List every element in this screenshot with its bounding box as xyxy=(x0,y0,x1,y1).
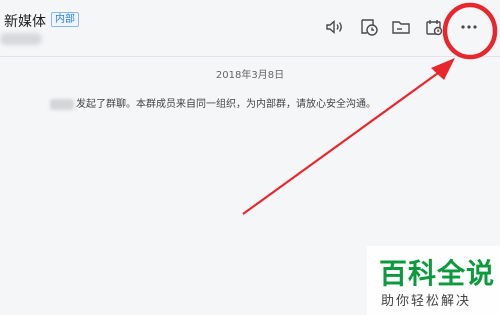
blurred-username xyxy=(50,98,74,110)
system-message-text: 发起了群聊。本群成员来自同一组织，为内部群，请放心安全沟通。 xyxy=(76,99,376,110)
watermark-title: 百科全说 xyxy=(379,257,496,290)
watermark: 百科全说 助你轻松解决 xyxy=(367,246,500,315)
pointer-arrow-line xyxy=(242,67,446,215)
chat-title[interactable]: 新媒体 xyxy=(4,11,46,31)
chat-header: 新媒体 内部 xyxy=(0,0,500,57)
blurred-subtitle xyxy=(0,33,42,45)
history-icon[interactable] xyxy=(358,16,380,38)
chat-date: 2018年3月8日 xyxy=(215,70,285,81)
speaker-icon[interactable] xyxy=(323,16,345,38)
watermark-subtitle: 助你轻松解决 xyxy=(381,294,472,309)
calendar-icon[interactable] xyxy=(423,16,445,38)
internal-badge: 内部 xyxy=(51,12,79,27)
system-message: 发起了群聊。本群成员来自同一组织，为内部群，请放心安全沟通。 xyxy=(50,95,376,110)
folder-icon[interactable] xyxy=(390,16,412,38)
more-icon[interactable] xyxy=(458,16,480,38)
